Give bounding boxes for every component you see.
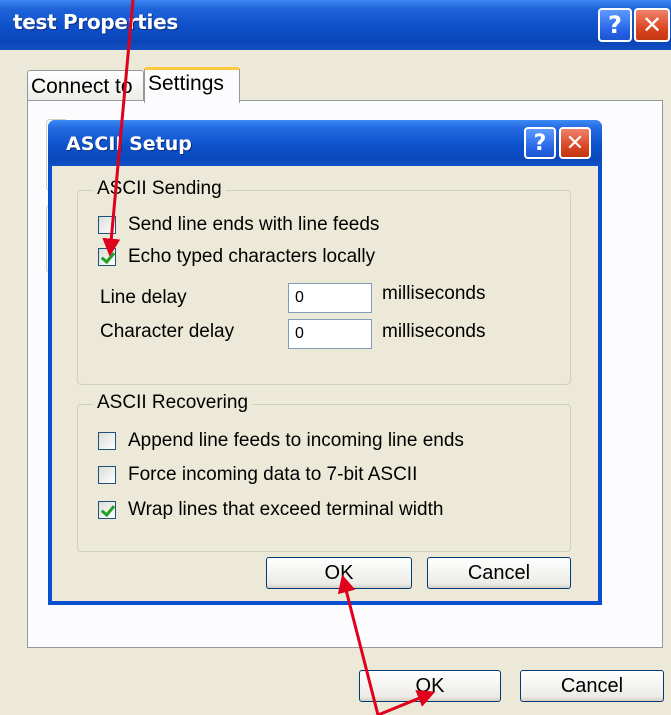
append-line-feeds-row[interactable]: Append line feeds to incoming line ends — [98, 430, 464, 452]
outer-close-icon[interactable]: ✕ — [634, 8, 670, 42]
checkbox-checked-icon[interactable] — [98, 248, 116, 266]
tab-connect-to[interactable]: Connect to — [27, 70, 144, 102]
char-delay-label: Character delay — [100, 321, 235, 342]
outer-cancel-label: Cancel — [560, 674, 624, 697]
tab-connect-to-label: Connect to — [31, 75, 133, 98]
line-delay-label: Line delay — [100, 287, 187, 308]
line-delay-input[interactable]: 0 — [288, 283, 372, 313]
outer-window-title: test Properties — [13, 10, 178, 34]
append-line-feeds-label: Append line feeds to incoming line ends — [128, 430, 464, 451]
checkbox-checked-icon[interactable] — [98, 501, 116, 519]
tab-settings-label: Settings — [148, 72, 224, 95]
dialog-title: ASCII Setup — [66, 133, 192, 155]
checkbox-unchecked-icon[interactable] — [98, 466, 116, 484]
dialog-cancel-label: Cancel — [467, 561, 531, 584]
dialog-help-icon[interactable]: ? — [524, 127, 556, 159]
force-7bit-row[interactable]: Force incoming data to 7-bit ASCII — [98, 464, 417, 486]
outer-help-icon[interactable]: ? — [598, 8, 632, 42]
send-line-ends-label: Send line ends with line feeds — [128, 214, 380, 235]
checkbox-unchecked-icon[interactable] — [98, 432, 116, 450]
outer-ok-label: OK — [415, 674, 445, 697]
echo-typed-label: Echo typed characters locally — [128, 246, 376, 267]
dialog-ok-label: OK — [324, 561, 354, 584]
tab-settings[interactable]: Settings — [144, 67, 240, 103]
char-delay-unit: milliseconds — [382, 321, 486, 342]
char-delay-input[interactable]: 0 — [288, 319, 372, 349]
outer-title-bar: test Properties — [0, 0, 671, 50]
checkbox-unchecked-icon[interactable] — [98, 216, 116, 234]
echo-typed-row[interactable]: Echo typed characters locally — [98, 246, 375, 268]
dialog-body: ASCII Sending Send line ends with line f… — [52, 166, 598, 601]
dialog-cancel-button[interactable]: Cancel — [427, 557, 571, 589]
outer-cancel-button[interactable]: Cancel — [520, 670, 664, 702]
wrap-lines-row[interactable]: Wrap lines that exceed terminal width — [98, 499, 443, 521]
ascii-sending-legend: ASCII Sending — [93, 178, 226, 200]
line-delay-unit: milliseconds — [382, 283, 486, 304]
ascii-setup-dialog: ASCII Setup ? ✕ ASCII Sending Send line … — [48, 120, 602, 605]
send-line-ends-row[interactable]: Send line ends with line feeds — [98, 214, 379, 236]
force-7bit-label: Force incoming data to 7-bit ASCII — [128, 464, 418, 485]
wrap-lines-label: Wrap lines that exceed terminal width — [128, 499, 444, 520]
dialog-ok-button[interactable]: OK — [266, 557, 412, 589]
ascii-recovering-legend: ASCII Recovering — [93, 392, 253, 414]
dialog-close-icon[interactable]: ✕ — [559, 127, 591, 159]
outer-ok-button[interactable]: OK — [359, 670, 501, 702]
